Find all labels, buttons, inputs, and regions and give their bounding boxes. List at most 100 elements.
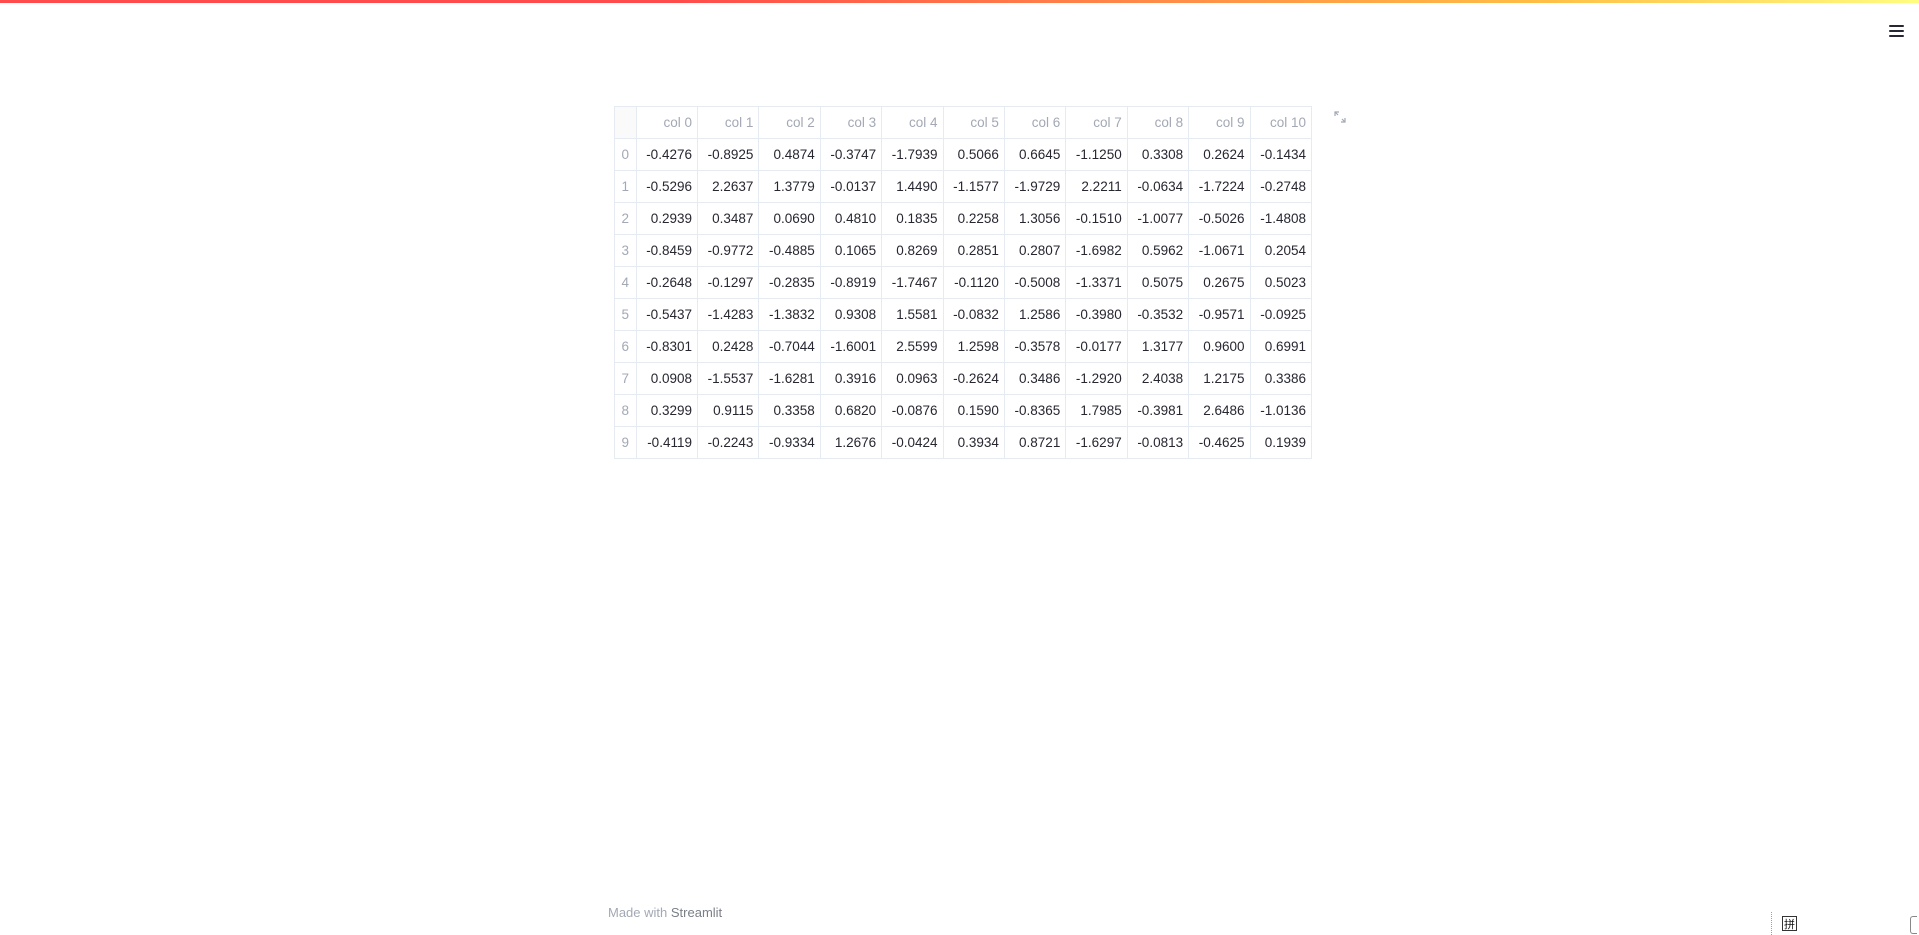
- dataframe-cell[interactable]: 0.1939: [1249, 426, 1312, 459]
- dataframe-cell[interactable]: -0.9571: [1188, 298, 1251, 331]
- dataframe-cell[interactable]: 0.2851: [942, 234, 1005, 267]
- dataframe-cell[interactable]: 1.3779: [758, 170, 821, 203]
- dataframe-cell[interactable]: -1.1577: [942, 170, 1005, 203]
- dataframe-cell[interactable]: 0.3308: [1126, 138, 1190, 171]
- dataframe-cell[interactable]: 0.6820: [819, 394, 883, 427]
- dataframe-cell[interactable]: -0.3532: [1126, 298, 1190, 331]
- dataframe-cell[interactable]: 0.8721: [1003, 426, 1067, 459]
- fullscreen-expand-icon[interactable]: [1333, 110, 1347, 124]
- dataframe-column-header[interactable]: col 10: [1249, 106, 1312, 139]
- dataframe-cell[interactable]: 0.4874: [758, 138, 821, 171]
- dataframe-cell[interactable]: 0.3487: [696, 202, 760, 235]
- dataframe-cell[interactable]: -0.2748: [1249, 170, 1312, 203]
- dataframe-cell[interactable]: 1.5581: [881, 298, 944, 331]
- dataframe-cell[interactable]: -0.1434: [1249, 138, 1312, 171]
- dataframe-cell[interactable]: -0.2648: [635, 266, 698, 299]
- dataframe-cell[interactable]: 0.2428: [696, 330, 760, 363]
- dataframe-cell[interactable]: -0.5008: [1003, 266, 1067, 299]
- dataframe-cell[interactable]: -1.0136: [1249, 394, 1312, 427]
- dataframe-cell[interactable]: -1.3832: [758, 298, 821, 331]
- footer-streamlit-link[interactable]: Streamlit: [671, 905, 722, 920]
- dataframe-cell[interactable]: 0.0908: [635, 362, 698, 395]
- dataframe-cell[interactable]: 0.6645: [1003, 138, 1067, 171]
- dataframe-cell[interactable]: -1.6281: [758, 362, 821, 395]
- dataframe-cell[interactable]: 1.3056: [1003, 202, 1067, 235]
- dataframe-cell[interactable]: 0.9308: [819, 298, 883, 331]
- dataframe-cell[interactable]: 2.4038: [1126, 362, 1190, 395]
- dataframe-cell[interactable]: -0.1120: [942, 266, 1005, 299]
- dataframe-cell[interactable]: 0.1590: [942, 394, 1005, 427]
- dataframe-cell[interactable]: 1.7985: [1065, 394, 1128, 427]
- dataframe-cell[interactable]: -1.2920: [1065, 362, 1128, 395]
- dataframe-column-header[interactable]: col 0: [635, 106, 698, 139]
- dataframe-cell[interactable]: -0.0876: [881, 394, 944, 427]
- dataframe-column-header[interactable]: col 3: [819, 106, 883, 139]
- dataframe-cell[interactable]: -0.8459: [635, 234, 698, 267]
- dataframe-cell[interactable]: -0.7044: [758, 330, 821, 363]
- dataframe-cell[interactable]: 1.4490: [881, 170, 944, 203]
- dataframe-column-header[interactable]: col 1: [696, 106, 760, 139]
- dataframe-cell[interactable]: -1.0671: [1188, 234, 1251, 267]
- dataframe-cell[interactable]: -0.0137: [819, 170, 883, 203]
- dataframe-cell[interactable]: -0.8925: [696, 138, 760, 171]
- dataframe-cell[interactable]: 0.6991: [1249, 330, 1312, 363]
- dataframe-cell[interactable]: -0.5026: [1188, 202, 1251, 235]
- dataframe-column-header[interactable]: col 2: [758, 106, 821, 139]
- dataframe-cell[interactable]: -0.0424: [881, 426, 944, 459]
- dataframe-cell[interactable]: 0.8269: [881, 234, 944, 267]
- dataframe-cell[interactable]: -0.4276: [635, 138, 698, 171]
- dataframe-cell[interactable]: -0.1510: [1065, 202, 1128, 235]
- dataframe-cell[interactable]: -1.3371: [1065, 266, 1128, 299]
- dataframe-cell[interactable]: 0.1065: [819, 234, 883, 267]
- dataframe-cell[interactable]: 0.5075: [1126, 266, 1190, 299]
- dataframe-cell[interactable]: 0.5066: [942, 138, 1005, 171]
- dataframe-cell[interactable]: 0.2258: [942, 202, 1005, 235]
- dataframe-column-header[interactable]: col 6: [1003, 106, 1067, 139]
- dataframe-cell[interactable]: 0.2675: [1188, 266, 1251, 299]
- ime-pinyin-icon[interactable]: 拼: [1782, 916, 1797, 931]
- dataframe-cell[interactable]: -0.5296: [635, 170, 698, 203]
- dataframe-cell[interactable]: -1.7939: [881, 138, 944, 171]
- dataframe-cell[interactable]: 1.2676: [819, 426, 883, 459]
- dataframe-cell[interactable]: -1.9729: [1003, 170, 1067, 203]
- dataframe-column-header[interactable]: col 7: [1065, 106, 1128, 139]
- dataframe-cell[interactable]: -0.9334: [758, 426, 821, 459]
- dataframe-cell[interactable]: 0.2054: [1249, 234, 1312, 267]
- dataframe-cell[interactable]: -0.4625: [1188, 426, 1251, 459]
- main-menu-button[interactable]: [1880, 20, 1910, 42]
- dataframe-cell[interactable]: -1.5537: [696, 362, 760, 395]
- dataframe-cell[interactable]: 0.0963: [881, 362, 944, 395]
- dataframe-cell[interactable]: 0.9600: [1188, 330, 1251, 363]
- dataframe-cell[interactable]: -0.8301: [635, 330, 698, 363]
- dataframe-cell[interactable]: -1.7467: [881, 266, 944, 299]
- dataframe-cell[interactable]: 0.2807: [1003, 234, 1067, 267]
- dataframe-cell[interactable]: -0.3980: [1065, 298, 1128, 331]
- dataframe-column-header[interactable]: col 9: [1188, 106, 1251, 139]
- dataframe-column-header[interactable]: col 8: [1126, 106, 1190, 139]
- dataframe-cell[interactable]: 1.2175: [1188, 362, 1251, 395]
- dataframe-cell[interactable]: -1.4808: [1249, 202, 1312, 235]
- dataframe-cell[interactable]: -1.1250: [1065, 138, 1128, 171]
- dataframe-cell[interactable]: -0.3747: [819, 138, 883, 171]
- dataframe-cell[interactable]: -0.3981: [1126, 394, 1190, 427]
- dataframe-cell[interactable]: 0.9115: [696, 394, 760, 427]
- dataframe-cell[interactable]: -0.0813: [1126, 426, 1190, 459]
- dataframe-cell[interactable]: -1.7224: [1188, 170, 1251, 203]
- dataframe-cell[interactable]: 0.2624: [1188, 138, 1251, 171]
- dataframe-cell[interactable]: 0.3916: [819, 362, 883, 395]
- dataframe-cell[interactable]: -0.2835: [758, 266, 821, 299]
- dataframe-cell[interactable]: -1.0077: [1126, 202, 1190, 235]
- dataframe-cell[interactable]: -0.1297: [696, 266, 760, 299]
- dataframe-cell[interactable]: -0.0177: [1065, 330, 1128, 363]
- dataframe-cell[interactable]: -0.0634: [1126, 170, 1190, 203]
- dataframe-cell[interactable]: 0.3358: [758, 394, 821, 427]
- dataframe-cell[interactable]: 0.5962: [1126, 234, 1190, 267]
- dataframe-column-header[interactable]: col 5: [942, 106, 1005, 139]
- dataframe-cell[interactable]: 0.1835: [881, 202, 944, 235]
- dataframe-cell[interactable]: -1.4283: [696, 298, 760, 331]
- dataframe-cell[interactable]: -0.5437: [635, 298, 698, 331]
- dataframe-cell[interactable]: 2.6486: [1188, 394, 1251, 427]
- dataframe-cell[interactable]: -1.6297: [1065, 426, 1128, 459]
- dataframe-cell[interactable]: 0.0690: [758, 202, 821, 235]
- dataframe-cell[interactable]: 2.2211: [1065, 170, 1128, 203]
